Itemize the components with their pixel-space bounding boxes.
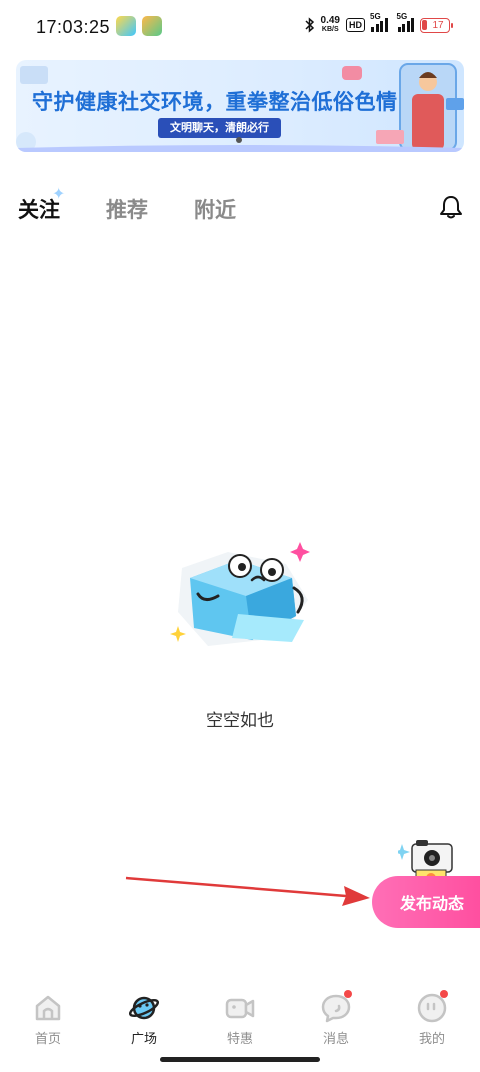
battery-icon: 17 xyxy=(420,17,453,33)
home-indicator[interactable] xyxy=(160,1057,320,1062)
bell-icon[interactable] xyxy=(438,194,464,220)
nav-label: 我的 xyxy=(418,1031,445,1046)
tab-nearby[interactable]: 附近 xyxy=(194,194,236,224)
publish-post-button[interactable]: 发布动态 xyxy=(372,876,480,928)
net-speed: 0.49 KB/S xyxy=(321,16,340,34)
status-bar: 17:03:25 0.49 KB/S HD 5G 5G 17 xyxy=(0,0,480,56)
annotation-arrow xyxy=(125,876,370,906)
nav-item-profile[interactable]: 我的 xyxy=(384,984,480,1054)
video-camera-icon xyxy=(225,998,255,1019)
nav-label: 首页 xyxy=(34,1031,61,1046)
nav-item-home[interactable]: 首页 xyxy=(0,984,96,1054)
empty-state-text: 空空如也 xyxy=(206,711,274,730)
banner-title: 守护健康社交环境，重拳整治低俗色情 xyxy=(32,91,398,114)
signal-label: 5G xyxy=(396,12,408,21)
feed-tabs: 关注 推荐 附近 xyxy=(16,194,236,228)
app-notification-icon xyxy=(116,16,136,36)
signal-icon: 5G xyxy=(370,12,388,32)
hd-badge: HD xyxy=(346,18,365,32)
bottom-nav: 首页 广场 特惠 消息 我的 xyxy=(0,984,480,1054)
signal-icon: 5G xyxy=(397,12,414,32)
signal-label: 5G xyxy=(370,12,381,21)
nav-label: 广场 xyxy=(130,1031,157,1046)
unread-badge xyxy=(344,990,352,998)
nav-item-square[interactable]: 广场 xyxy=(96,984,192,1054)
net-speed-unit: KB/S xyxy=(321,26,339,33)
nav-label: 特惠 xyxy=(226,1031,253,1046)
notification-icons xyxy=(116,16,162,36)
status-indicators: 0.49 KB/S HD 5G 5G 17 xyxy=(305,12,453,34)
bluetooth-icon xyxy=(305,17,314,33)
planet-icon xyxy=(128,996,160,1020)
tab-recommended[interactable]: 推荐 xyxy=(106,194,148,224)
tab-following[interactable]: 关注 xyxy=(16,194,62,228)
net-speed-value: 0.49 xyxy=(320,15,340,26)
nav-label: 消息 xyxy=(322,1031,349,1046)
home-icon xyxy=(35,995,61,1021)
banner-tag: 文明聊天，清朗必行 xyxy=(158,118,281,138)
banner-page-indicator xyxy=(236,137,242,143)
message-icon-wrap xyxy=(320,990,352,1024)
profile-icon-wrap xyxy=(416,990,448,1024)
nav-item-deals[interactable]: 特惠 xyxy=(192,984,288,1054)
app-notification-icon xyxy=(142,16,162,36)
nav-item-messages[interactable]: 消息 xyxy=(288,984,384,1054)
ice-cube-mascot xyxy=(170,542,310,646)
unread-badge xyxy=(440,990,448,998)
status-time: 17:03:25 xyxy=(36,17,111,37)
battery-level: 17 xyxy=(432,19,444,31)
